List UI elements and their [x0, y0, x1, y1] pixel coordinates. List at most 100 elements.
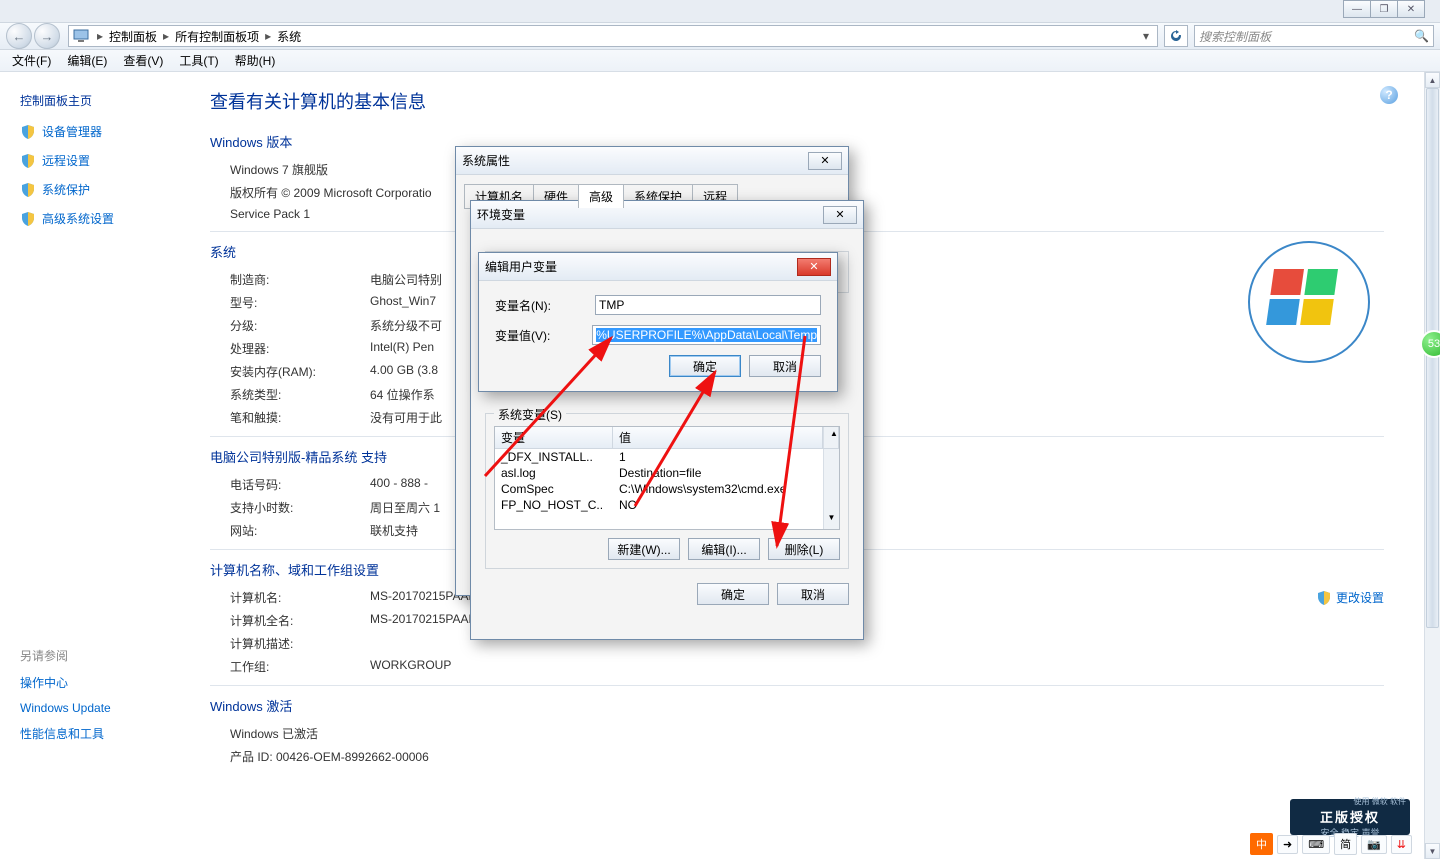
- sidebar: 控制面板主页 设备管理器 远程设置 系统保护 高级系统设置 另请参阅 操作中心 …: [0, 72, 190, 859]
- tray-icon[interactable]: 简: [1334, 833, 1357, 855]
- search-input[interactable]: 搜索控制面板 🔍: [1194, 25, 1434, 47]
- sidebar-item-advanced[interactable]: 高级系统设置: [20, 210, 182, 227]
- menu-edit[interactable]: 编辑(E): [59, 52, 115, 69]
- info-value: 周日至周六 1: [370, 499, 440, 516]
- dialog-close-button[interactable]: ✕: [797, 258, 831, 276]
- see-also-heading: 另请参阅: [20, 647, 182, 664]
- sidebar-item-device-manager[interactable]: 设备管理器: [20, 123, 182, 140]
- menu-view[interactable]: 查看(V): [115, 52, 171, 69]
- help-button[interactable]: ?: [1380, 86, 1398, 104]
- maximize-button[interactable]: ❐: [1370, 0, 1398, 18]
- tray-icon[interactable]: 📷: [1361, 835, 1387, 854]
- info-key: 支持小时数:: [230, 499, 370, 516]
- search-icon: 🔍: [1414, 29, 1429, 43]
- see-also-performance[interactable]: 性能信息和工具: [20, 725, 182, 742]
- refresh-button[interactable]: [1164, 25, 1188, 47]
- section-activation: Windows 激活: [210, 696, 1424, 715]
- sysvar-row[interactable]: ComSpecC:\Windows\system32\cmd.exe: [495, 481, 839, 497]
- back-button[interactable]: ←: [6, 23, 32, 49]
- info-key: 计算机全名:: [230, 612, 370, 629]
- info-key: 处理器:: [230, 340, 370, 357]
- delete-sysvar-button[interactable]: 删除(L): [768, 538, 840, 560]
- info-value: 4.00 GB (3.8: [370, 363, 438, 380]
- forward-button[interactable]: →: [34, 23, 60, 49]
- column-header-variable[interactable]: 变量: [495, 427, 613, 448]
- tray-icon[interactable]: ⌨: [1302, 835, 1330, 854]
- info-key: 计算机名:: [230, 589, 370, 606]
- menu-tools[interactable]: 工具(T): [171, 52, 226, 69]
- search-placeholder: 搜索控制面板: [1199, 28, 1271, 45]
- edit-cancel-button[interactable]: 取消: [749, 355, 821, 377]
- sidebar-item-protection[interactable]: 系统保护: [20, 181, 182, 198]
- info-value[interactable]: 系统分级不可: [370, 317, 442, 334]
- breadcrumb[interactable]: 所有控制面板项: [173, 28, 261, 45]
- sidebar-item-label: 远程设置: [42, 152, 90, 169]
- shield-icon: [20, 153, 36, 169]
- minimize-button[interactable]: —: [1343, 0, 1371, 18]
- winver-line: Service Pack 1: [230, 207, 310, 221]
- new-sysvar-button[interactable]: 新建(W)...: [608, 538, 680, 560]
- tab-2[interactable]: 高级: [578, 184, 624, 208]
- info-key: 电话号码:: [230, 476, 370, 493]
- info-value: 400 - 888 -: [370, 476, 428, 493]
- input-variable-name[interactable]: TMP: [595, 295, 821, 315]
- list-scroll-down[interactable]: ▼: [823, 513, 839, 529]
- winver-line: 版权所有 © 2009 Microsoft Corporatio: [230, 184, 432, 201]
- column-header-value[interactable]: 值: [613, 427, 823, 448]
- change-settings-link[interactable]: 更改设置: [1316, 589, 1384, 606]
- sysvar-row[interactable]: asl.logDestination=file: [495, 465, 839, 481]
- see-also-windows-update[interactable]: Windows Update: [20, 701, 182, 715]
- window-close-button[interactable]: ✕: [1397, 0, 1425, 18]
- scroll-up-arrow[interactable]: ▲: [1425, 72, 1440, 88]
- env-cancel-button[interactable]: 取消: [777, 583, 849, 605]
- edit-ok-button[interactable]: 确定: [669, 355, 741, 377]
- info-value: 电脑公司特别: [370, 271, 442, 288]
- vertical-scrollbar[interactable]: ▲ ▼: [1424, 72, 1440, 859]
- dialog-close-button[interactable]: ✕: [823, 206, 857, 224]
- info-value: Intel(R) Pen: [370, 340, 434, 357]
- edit-sysvar-button[interactable]: 编辑(I)...: [688, 538, 760, 560]
- sidebar-heading: 控制面板主页: [20, 92, 182, 109]
- shield-icon: [20, 182, 36, 198]
- tray-icon[interactable]: ⇊: [1391, 835, 1412, 854]
- floating-notification-badge[interactable]: 53: [1420, 330, 1440, 358]
- sidebar-item-label: 高级系统设置: [42, 210, 114, 227]
- input-variable-value[interactable]: %USERPROFILE%\AppData\Local\Temp: [592, 325, 821, 345]
- system-variables-list[interactable]: 变量 值 ▲ _DFX_INSTALL..1asl.logDestination…: [494, 426, 840, 530]
- info-key: 系统类型:: [230, 386, 370, 403]
- sidebar-item-remote[interactable]: 远程设置: [20, 152, 182, 169]
- ime-tray: 中 ➜ ⌨ 简 📷 ⇊: [1250, 833, 1412, 855]
- env-ok-button[interactable]: 确定: [697, 583, 769, 605]
- shield-icon: [1316, 590, 1332, 606]
- list-scrollbar[interactable]: [823, 449, 839, 513]
- computer-icon: [73, 29, 89, 43]
- tray-icon[interactable]: 中: [1250, 833, 1273, 855]
- info-value[interactable]: 联机支持: [370, 522, 418, 539]
- info-row: 工作组:WORKGROUP: [230, 658, 1424, 675]
- refresh-icon: [1169, 29, 1183, 43]
- info-key: 工作组:: [230, 658, 370, 675]
- shield-icon: [20, 211, 36, 227]
- menu-help[interactable]: 帮助(H): [227, 52, 284, 69]
- sysvar-row[interactable]: _DFX_INSTALL..1: [495, 449, 839, 465]
- scroll-thumb[interactable]: [1426, 88, 1439, 628]
- address-dropdown[interactable]: ▾: [1139, 29, 1153, 43]
- sidebar-item-label: 系统保护: [42, 181, 90, 198]
- shield-icon: [20, 124, 36, 140]
- scroll-down-arrow[interactable]: ▼: [1425, 843, 1440, 859]
- tray-icon[interactable]: ➜: [1277, 835, 1298, 854]
- menu-file[interactable]: 文件(F): [4, 52, 59, 69]
- dialog-title: 系统属性: [462, 152, 510, 169]
- see-also-action-center[interactable]: 操作中心: [20, 674, 182, 691]
- sidebar-item-label: 设备管理器: [42, 123, 102, 140]
- info-key: 笔和触摸:: [230, 409, 370, 426]
- breadcrumb[interactable]: 系统: [275, 28, 303, 45]
- breadcrumb[interactable]: 控制面板: [107, 28, 159, 45]
- info-key: 网站:: [230, 522, 370, 539]
- dialog-close-button[interactable]: ✕: [808, 152, 842, 170]
- sysvar-row[interactable]: FP_NO_HOST_C..NO: [495, 497, 839, 513]
- address-bar[interactable]: ▸ 控制面板 ▸ 所有控制面板项 ▸ 系统 ▾: [68, 25, 1158, 47]
- list-scroll-up[interactable]: ▲: [823, 427, 839, 448]
- info-value: WORKGROUP: [370, 658, 451, 675]
- explorer-navbar: ← → ▸ 控制面板 ▸ 所有控制面板项 ▸ 系统 ▾ 搜索控制面板 🔍: [0, 22, 1440, 50]
